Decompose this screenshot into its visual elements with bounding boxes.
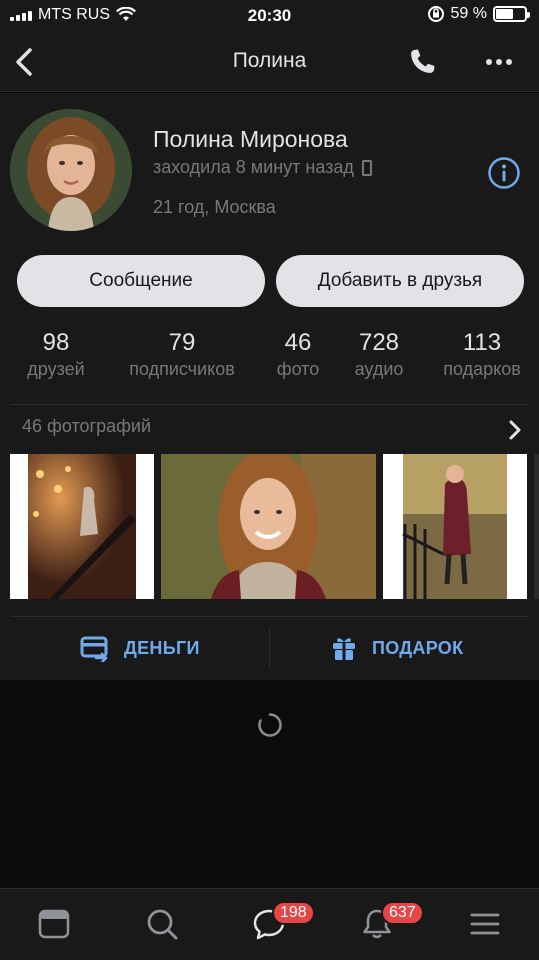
profile-actions: ДЕНЬГИ ПОДАРОК (0, 616, 539, 680)
counter-label: подарков (443, 359, 521, 379)
status-right: 59 % (427, 5, 530, 23)
gift-button[interactable]: ПОДАРОК (330, 616, 463, 680)
navigation-bar: Полина (0, 32, 539, 92)
status-bar: MTS RUS 20:30 59 % (0, 0, 539, 32)
counter-value: 98 (42, 329, 70, 356)
avatar[interactable] (10, 109, 132, 231)
counter-label: фото (276, 359, 320, 379)
mobile-icon (361, 159, 372, 176)
menu-icon[interactable] (468, 907, 502, 941)
online-status-text: заходила 8 минут назад (153, 157, 354, 177)
news-icon[interactable] (37, 907, 71, 941)
counter-photos[interactable]: 46 фото (277, 329, 319, 381)
more-icon[interactable] (481, 48, 517, 76)
counter-audio[interactable]: 728 аудио (355, 329, 404, 381)
wallet-icon (80, 636, 108, 662)
counter-value: 79 (168, 329, 196, 356)
divider (10, 404, 529, 405)
profile-counters: 98 друзей 79 подписчиков 46 фото 728 ауд… (0, 329, 539, 381)
tab-bar: 198 637 (0, 888, 539, 960)
money-button[interactable]: ДЕНЬГИ (80, 616, 200, 680)
photos-section-title[interactable]: 46 фотографий (22, 416, 151, 437)
divider (269, 628, 270, 668)
page-title: Полина (232, 49, 307, 72)
photo-thumbnail-partial[interactable] (534, 454, 539, 599)
money-label: ДЕНЬГИ (124, 637, 200, 658)
search-icon[interactable] (145, 907, 179, 941)
gift-icon (333, 638, 355, 660)
avatar-image (10, 109, 132, 231)
photo-thumbnail[interactable] (383, 454, 527, 599)
counter-value: 113 (462, 329, 502, 356)
phone-icon[interactable] (405, 45, 439, 79)
profile-card: Полина Миронова заходила 8 минут назад 2… (0, 93, 539, 680)
messages-badge: 198 (272, 901, 315, 925)
counter-friends[interactable]: 98 друзей (27, 329, 84, 381)
counter-value: 728 (358, 329, 400, 356)
counter-label: друзей (27, 359, 85, 379)
battery-icon (493, 6, 530, 22)
profile-name: Полина Миронова (153, 126, 348, 152)
counter-gifts[interactable]: 113 подарков (443, 329, 521, 381)
counter-followers[interactable]: 79 подписчиков (129, 329, 235, 381)
message-button[interactable]: Сообщение (17, 255, 265, 307)
add-friend-button[interactable]: Добавить в друзья (276, 255, 524, 307)
battery-percent: 59 % (450, 5, 487, 22)
counter-label: подписчиков (129, 359, 235, 379)
counter-label: аудио (354, 359, 404, 379)
online-status: заходила 8 минут назад (153, 157, 372, 178)
profile-info-line: 21 год, Москва (153, 197, 276, 217)
counter-value: 46 (284, 329, 312, 356)
photo-thumbnail[interactable] (10, 454, 154, 599)
chevron-right-icon[interactable] (505, 419, 525, 441)
photo-thumbnail[interactable] (161, 454, 376, 599)
gift-label: ПОДАРОК (372, 637, 464, 658)
notifications-badge: 637 (381, 901, 424, 925)
spinner-icon (258, 713, 282, 737)
info-icon[interactable] (487, 156, 521, 190)
orientation-lock-icon (427, 6, 444, 22)
